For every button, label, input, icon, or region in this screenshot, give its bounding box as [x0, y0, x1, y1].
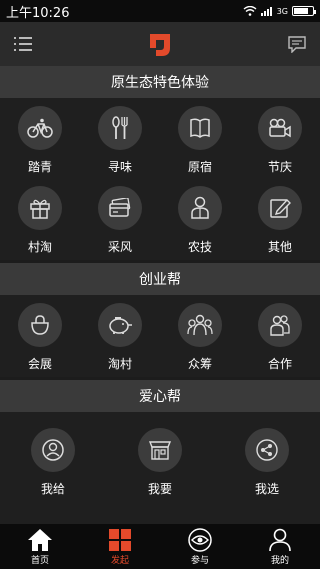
bag-icon [31, 315, 49, 335]
tile-label: 采风 [107, 240, 132, 254]
share-icon [256, 439, 278, 461]
home-icon [28, 528, 52, 551]
gift-icon [30, 199, 50, 219]
tile-label: 村淘 [27, 240, 52, 254]
utensils-icon [112, 116, 128, 139]
tile-label: 节庆 [267, 160, 292, 174]
tile-label: 我选 [254, 482, 279, 496]
brand-logo [145, 29, 175, 59]
partners-icon [270, 315, 290, 336]
circle [31, 428, 75, 472]
section-title-charity: 爱心帮 [0, 380, 320, 412]
charity-grid: 我给 我要 我选 [0, 412, 320, 524]
user-circle-icon [42, 439, 64, 461]
circle [258, 186, 302, 230]
tab-home[interactable]: 首页 [0, 524, 80, 569]
book-icon [190, 118, 210, 138]
tile-label: 淘村 [107, 357, 132, 371]
tile-label: 踏青 [27, 160, 52, 174]
person-icon [191, 196, 209, 219]
tab-label: 发起 [110, 555, 129, 566]
battery-level [294, 8, 309, 14]
logo-icon [150, 34, 170, 56]
circle [258, 303, 302, 347]
startup-grid: 会展 淘村 众筹 合作 [0, 295, 320, 377]
tab-label: 我的 [270, 555, 289, 566]
storefront-icon [148, 441, 172, 460]
circle [98, 303, 142, 347]
tile-label: 寻味 [107, 160, 132, 174]
tab-label: 首页 [30, 555, 49, 566]
tile-taocun[interactable]: 淘村 [80, 297, 160, 375]
tile-wogei[interactable]: 我给 [13, 422, 93, 500]
tile-hezuo[interactable]: 合作 [240, 297, 320, 375]
status-indicators: 3G [243, 6, 316, 16]
status-time: 上午10:26 [6, 5, 70, 21]
tile-huizhan[interactable]: 会展 [0, 297, 80, 375]
experience-grid: 踏青 寻味 原宿 节庆 村淘 采风 农技 其他 [0, 98, 320, 260]
card-icon [109, 198, 131, 217]
wifi-icon [243, 6, 257, 16]
circle [98, 186, 142, 230]
tile-label: 原宿 [187, 160, 212, 174]
tile-label: 众筹 [187, 357, 212, 371]
tab-label: 参与 [190, 555, 209, 566]
tile-label: 农技 [187, 240, 212, 254]
edit-icon [270, 198, 291, 218]
eye-icon [188, 527, 212, 552]
circle [98, 106, 142, 150]
circle [178, 106, 222, 150]
menu-button[interactable] [12, 33, 34, 55]
bottom-tab-bar: 首页 发起 参与 我的 [0, 524, 320, 569]
tile-guntao[interactable]: 村淘 [0, 180, 80, 258]
list-icon [14, 37, 32, 51]
tile-zhongchou[interactable]: 众筹 [160, 297, 240, 375]
status-bar: 上午10:26 3G [0, 0, 320, 22]
circle [258, 106, 302, 150]
circle [178, 186, 222, 230]
tab-participate[interactable]: 参与 [160, 524, 240, 569]
tile-caifeng[interactable]: 采风 [80, 180, 160, 258]
tile-taqing[interactable]: 踏青 [0, 100, 80, 178]
tile-woyao[interactable]: 我要 [120, 422, 200, 500]
tile-nongji[interactable]: 农技 [160, 180, 240, 258]
group-icon [187, 314, 213, 336]
tab-mine[interactable]: 我的 [240, 524, 320, 569]
network-type: 3G [276, 6, 288, 16]
app-header [0, 22, 320, 66]
tile-label: 我给 [40, 482, 65, 496]
message-button[interactable] [286, 33, 308, 55]
circle [18, 106, 62, 150]
grid-icon [109, 528, 131, 551]
camera-icon [269, 118, 291, 138]
bicycle-icon [27, 118, 53, 138]
tile-qita[interactable]: 其他 [240, 180, 320, 258]
circle [18, 186, 62, 230]
tile-yuansu[interactable]: 原宿 [160, 100, 240, 178]
user-icon [269, 528, 291, 551]
tile-xunwei[interactable]: 寻味 [80, 100, 160, 178]
circle [245, 428, 289, 472]
tile-jieqing[interactable]: 节庆 [240, 100, 320, 178]
tile-label: 其他 [267, 240, 292, 254]
tile-woxuan[interactable]: 我选 [227, 422, 307, 500]
circle [18, 303, 62, 347]
tile-label: 我要 [147, 482, 172, 496]
tab-launch[interactable]: 发起 [80, 524, 160, 569]
circle [178, 303, 222, 347]
signal-icon [260, 7, 272, 16]
message-icon [288, 35, 306, 53]
section-title-startup: 创业帮 [0, 263, 320, 295]
tile-label: 合作 [267, 357, 292, 371]
circle [138, 428, 182, 472]
section-title-experience: 原生态特色体验 [0, 66, 320, 98]
tile-label: 会展 [27, 357, 52, 371]
piggy-bank-icon [109, 317, 132, 334]
battery-icon [292, 6, 316, 16]
